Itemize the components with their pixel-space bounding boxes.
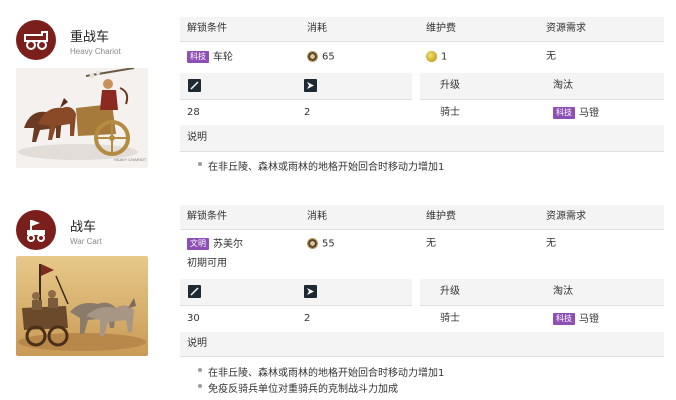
- cost-amount: 55: [322, 238, 335, 250]
- sword-icon: [188, 285, 201, 298]
- upgrade-value[interactable]: 骑士: [440, 313, 460, 325]
- unlock-civ-link[interactable]: 苏美尔: [213, 239, 243, 250]
- divider: [180, 229, 664, 230]
- divider: [420, 305, 664, 306]
- civ-badge: 文明: [187, 238, 209, 250]
- header-band: [180, 205, 664, 229]
- cost-value: 55: [307, 238, 335, 251]
- unit-war-cart: 战车 War Cart 解锁条件 消耗 维护费 资源需求 文明 苏美尔 初期可用…: [0, 0, 676, 400]
- production-icon: [307, 238, 318, 249]
- resource-header: 资源需求: [546, 211, 586, 222]
- upgrade-header: 升级: [440, 286, 460, 297]
- unit-name: 战车: [70, 220, 97, 235]
- move-value: 2: [304, 313, 311, 324]
- desc-header: 说明: [187, 338, 207, 349]
- obsolete-tech-link[interactable]: 马镫: [579, 314, 599, 325]
- desc-item: 免疫反骑兵单位对重骑兵的克制战斗力加成: [198, 380, 398, 395]
- unlock-header: 解锁条件: [187, 211, 227, 222]
- maintenance-header: 维护费: [426, 211, 456, 222]
- divider: [180, 305, 412, 306]
- maintenance-value: 无: [426, 238, 436, 249]
- unlock-note: 初期可用: [187, 258, 227, 269]
- divider: [180, 356, 664, 357]
- resource-value: 无: [546, 238, 556, 249]
- arrow-icon: [304, 285, 317, 298]
- desc-band: [180, 332, 664, 356]
- war-cart-icon: [16, 210, 56, 250]
- unit-image: [16, 256, 148, 356]
- tech-badge: 科技: [553, 313, 575, 325]
- stats-band: [180, 279, 412, 305]
- unlock-value: 文明 苏美尔: [187, 238, 243, 251]
- combat-value: 30: [187, 313, 200, 324]
- cost-header: 消耗: [307, 211, 327, 222]
- obsolete-header: 淘汰: [553, 286, 573, 297]
- unit-name-en: War Cart: [70, 237, 102, 246]
- obsolete-value: 科技 马镫: [553, 313, 599, 326]
- desc-item: 在非丘陵、森林或雨林的地格开始回合时移动力增加1: [197, 364, 444, 379]
